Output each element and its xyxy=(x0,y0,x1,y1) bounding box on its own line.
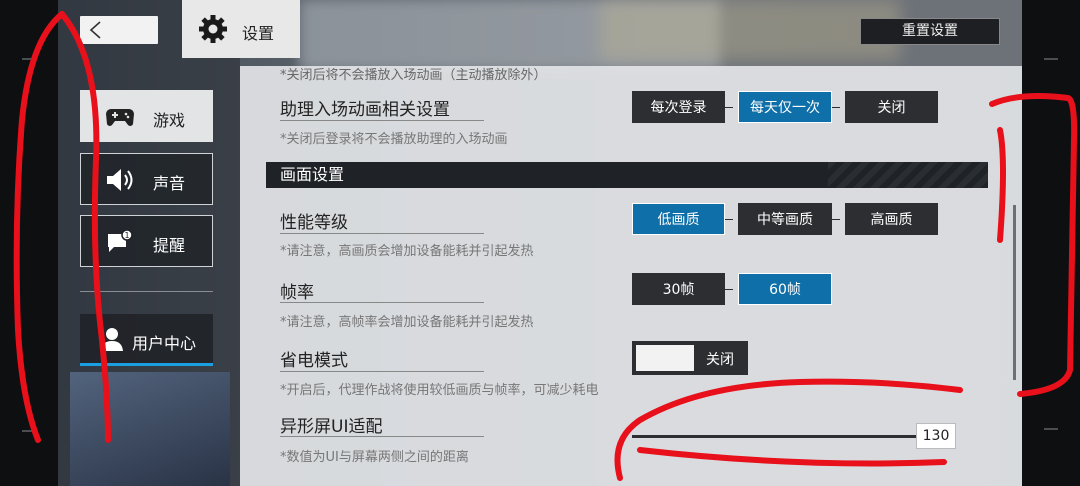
scrollbar[interactable] xyxy=(1013,205,1016,380)
sidebar-item-reminder[interactable]: 1 提醒 xyxy=(80,215,213,267)
left-bezel xyxy=(0,0,58,486)
option-connector xyxy=(725,107,733,108)
sidebar-item-label: 游戏 xyxy=(153,111,186,130)
settings-tab-label: 设置 xyxy=(242,24,275,43)
toggle-knob xyxy=(636,345,694,371)
power-save-title: 省电模式 xyxy=(280,351,348,371)
performance-option-high[interactable]: 高画质 xyxy=(845,203,938,235)
speaker-icon xyxy=(107,169,133,191)
user-icon xyxy=(101,328,123,351)
section-header-display: 画面设置 xyxy=(266,162,988,188)
chevron-left-icon xyxy=(89,21,101,39)
gear-icon xyxy=(199,15,227,43)
notch-adapt-hint: *数值为UI与屏幕两侧之间的距离 xyxy=(280,450,469,465)
assistant-option-every-login[interactable]: 每次登录 xyxy=(632,91,725,123)
sidebar-item-label: 声音 xyxy=(153,174,186,193)
framerate-option-60[interactable]: 60帧 xyxy=(738,273,832,305)
row-underline xyxy=(280,120,484,121)
toggle-label: 关闭 xyxy=(706,352,734,368)
performance-level-hint: *请注意，高画质会增加设备能耗并引起发热 xyxy=(280,244,534,259)
power-save-hint: *开启后，代理作战将使用较低画质与帧率，可减少耗电 xyxy=(280,383,599,398)
back-button[interactable] xyxy=(80,16,158,44)
right-bezel xyxy=(1022,0,1080,486)
row-underline xyxy=(280,302,484,303)
bezel-mark xyxy=(1044,428,1058,430)
bezel-mark xyxy=(1044,58,1058,60)
notch-slider-value[interactable]: 130 xyxy=(916,423,956,449)
notch-slider-track[interactable] xyxy=(632,435,922,438)
sidebar-item-label: 提醒 xyxy=(153,236,186,255)
gamepad-icon xyxy=(106,109,134,126)
performance-option-low[interactable]: 低画质 xyxy=(632,203,725,235)
row-hint: *关闭后将不会播放入场动画（主动播放除外） xyxy=(280,68,547,83)
notification-icon: 1 xyxy=(108,230,133,252)
section-stripe-decoration xyxy=(828,162,988,188)
sidebar-item-sound[interactable]: 声音 xyxy=(80,153,213,205)
sidebar-banner-image xyxy=(70,372,230,486)
performance-level-title: 性能等级 xyxy=(280,213,348,233)
assistant-option-off[interactable]: 关闭 xyxy=(845,91,938,123)
sidebar-item-user-center[interactable]: 用户中心 xyxy=(80,314,213,366)
option-connector xyxy=(832,219,840,220)
bezel-mark xyxy=(22,58,36,60)
row-underline xyxy=(280,436,484,437)
option-connector xyxy=(725,219,733,220)
performance-option-medium[interactable]: 中等画质 xyxy=(738,203,832,235)
section-title: 画面设置 xyxy=(280,165,345,184)
framerate-hint: *请注意，高帧率会增加设备能耗并引起发热 xyxy=(280,315,534,330)
assistant-option-once-daily[interactable]: 每天仅一次 xyxy=(738,91,832,123)
svg-text:1: 1 xyxy=(124,231,129,240)
framerate-title: 帧率 xyxy=(280,283,314,303)
row-underline xyxy=(280,371,484,372)
assistant-animation-hint: *关闭后登录将不会播放助理的入场动画 xyxy=(280,132,508,147)
option-connector xyxy=(832,107,840,108)
bezel-mark xyxy=(22,430,36,432)
reset-settings-button[interactable]: 重置设置 xyxy=(860,18,1000,45)
sidebar-item-label: 用户中心 xyxy=(132,334,197,353)
power-save-toggle[interactable]: 关闭 xyxy=(632,341,748,375)
tab-settings[interactable]: 设置 xyxy=(182,0,300,58)
assistant-animation-title: 助理入场动画相关设置 xyxy=(280,100,450,120)
sidebar-divider xyxy=(80,291,213,292)
notch-adapt-title: 异形屏UI适配 xyxy=(280,417,383,437)
row-underline xyxy=(280,233,484,234)
sidebar-item-game[interactable]: 游戏 xyxy=(80,90,213,142)
framerate-option-30[interactable]: 30帧 xyxy=(632,273,725,305)
option-connector xyxy=(725,289,733,290)
